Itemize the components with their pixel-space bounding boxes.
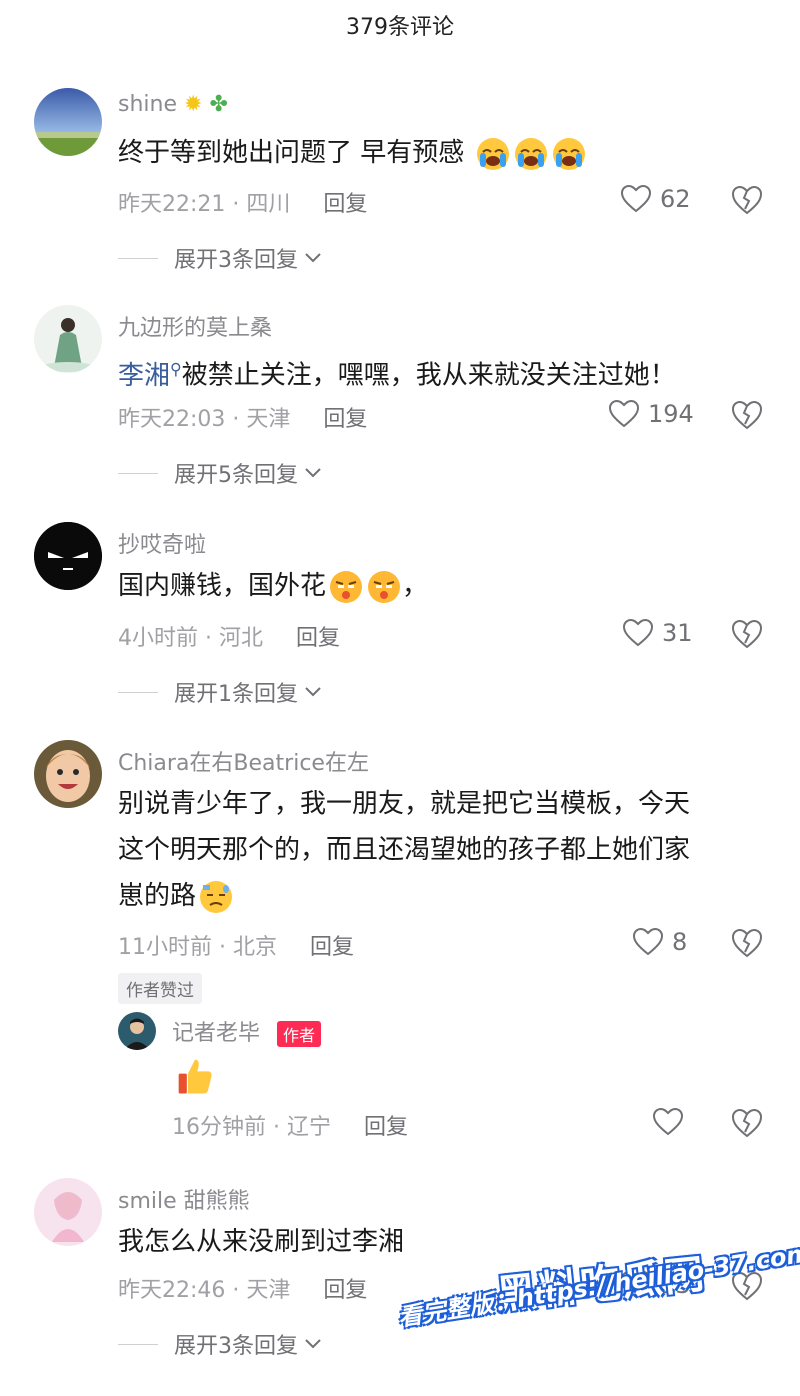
like-count: 62 [660,185,691,213]
reply-username[interactable]: 记者老毕 作者 [172,1015,322,1047]
reply-meta: 16分钟前 · 辽宁 回复 [172,1115,409,1140]
search-icon: ⚲ [170,359,182,378]
dislike-button[interactable] [730,618,764,654]
expand-replies-button[interactable]: 展开5条回复 [118,457,322,489]
loudly-crying-face-icon [511,137,549,170]
sun-icon: ✹ [184,92,203,117]
reply-button[interactable]: 回复 [323,407,367,432]
comment-meta: 4小时前 · 河北 回复 [118,626,341,651]
broken-heart-icon [731,619,763,649]
comment-content: 别说青少年了，我一朋友，就是把它当模板，今天 这个明天那个的，而且还渴望她的孩子… [118,789,691,913]
comment-meta: 昨天22:03 · 天津 回复 [118,407,368,432]
thumbs-up-icon [172,1059,216,1093]
divider [118,257,158,259]
chevron-down-icon [305,1339,321,1349]
chevron-down-icon [305,468,321,478]
heart-icon [622,618,654,647]
unamused-face-icon [326,570,364,603]
comments-count-title: 379条评论 [346,15,454,40]
broken-heart-icon [731,928,763,958]
divider [118,472,158,474]
broken-heart-icon [731,1108,763,1138]
comment-time: 11小时前 [118,935,212,960]
loudly-crying-face-icon [549,137,587,170]
avatar[interactable] [34,522,102,590]
avatar[interactable] [34,88,102,156]
comment-meta: 11小时前 · 北京 回复 [118,935,355,960]
reply-button[interactable]: 回复 [323,1278,367,1303]
like-button[interactable]: 194 [608,399,694,429]
comment-username[interactable]: Chiara在右Beatrice在左 [118,745,369,777]
comment-time: 昨天22:21 [118,192,226,217]
heart-icon [632,927,664,956]
comment-username[interactable]: smile 甜熊熊 [118,1183,250,1215]
expand-replies-button[interactable]: 展开3条回复 [118,242,322,274]
expand-replies-button[interactable]: 展开1条回复 [118,676,322,708]
reply-button[interactable]: 回复 [323,192,367,217]
comment-username[interactable]: 九边形的莫上桑 [118,310,272,342]
comment-location: 天津 [246,1278,291,1303]
heart-icon [608,399,640,428]
comment-time: 4小时前 [118,626,198,651]
avatar[interactable] [34,740,102,808]
comment-content: 李湘⚲被禁止关注，嘿嘿，我从来就没关注过她！ [118,359,676,391]
comment-location: 天津 [246,407,291,432]
broken-heart-icon [731,185,763,215]
author-tag: 作者 [277,1021,322,1047]
dislike-button[interactable] [730,184,764,220]
comment-content: 国内赚钱，国外花， [118,570,429,603]
dislike-button[interactable] [730,927,764,963]
like-button[interactable]: 31 [622,618,693,648]
four-leaf-clover-icon: ✤ [209,92,228,117]
comment-username[interactable]: 抄哎奇啦 [118,527,206,559]
avatar[interactable] [118,1012,156,1050]
comment-meta: 昨天22:46 · 天津 回复 [118,1278,368,1303]
dislike-button[interactable] [730,399,764,435]
comment-content: 终于等到她出问题了 早有预感 [118,130,768,176]
divider [118,691,158,693]
comment-location: 四川 [246,192,291,217]
expand-replies-button[interactable]: 展开3条回复 [118,1328,322,1360]
heart-icon [620,184,652,213]
avatar[interactable] [34,305,102,373]
comment-time: 昨天22:46 [118,1278,226,1303]
divider [118,1343,158,1345]
reply-button[interactable]: 回复 [310,935,354,960]
like-count: 31 [662,619,693,647]
comment-location: 北京 [232,935,277,960]
loudly-crying-face-icon [473,137,511,170]
dislike-button[interactable] [730,1107,764,1143]
like-button[interactable]: 8 [632,927,687,957]
chevron-down-icon [305,253,321,263]
reply-time: 16分钟前 [172,1115,266,1140]
heart-icon [652,1107,684,1136]
like-count: 194 [648,400,694,428]
comment-time: 昨天22:03 [118,407,226,432]
downcast-sweat-face-icon [196,880,234,913]
mention-link[interactable]: 李湘⚲ [118,359,182,391]
author-liked-badge: 作者赞过 [118,973,202,1004]
comment-meta: 昨天22:21 · 四川 回复 [118,192,368,217]
reply-content [172,1052,800,1098]
like-count: 8 [672,928,688,956]
chevron-down-icon [305,687,321,697]
broken-heart-icon [731,400,763,430]
reply-button[interactable]: 回复 [364,1115,408,1140]
reply-button[interactable]: 回复 [296,626,340,651]
avatar[interactable] [34,1178,102,1246]
reply-location: 辽宁 [286,1115,331,1140]
comment-location: 河北 [218,626,263,651]
comment-username[interactable]: shine ✹ ✤ [118,92,228,117]
unamused-face-icon [364,570,402,603]
like-button[interactable] [652,1107,692,1137]
like-button[interactable]: 62 [620,184,691,214]
